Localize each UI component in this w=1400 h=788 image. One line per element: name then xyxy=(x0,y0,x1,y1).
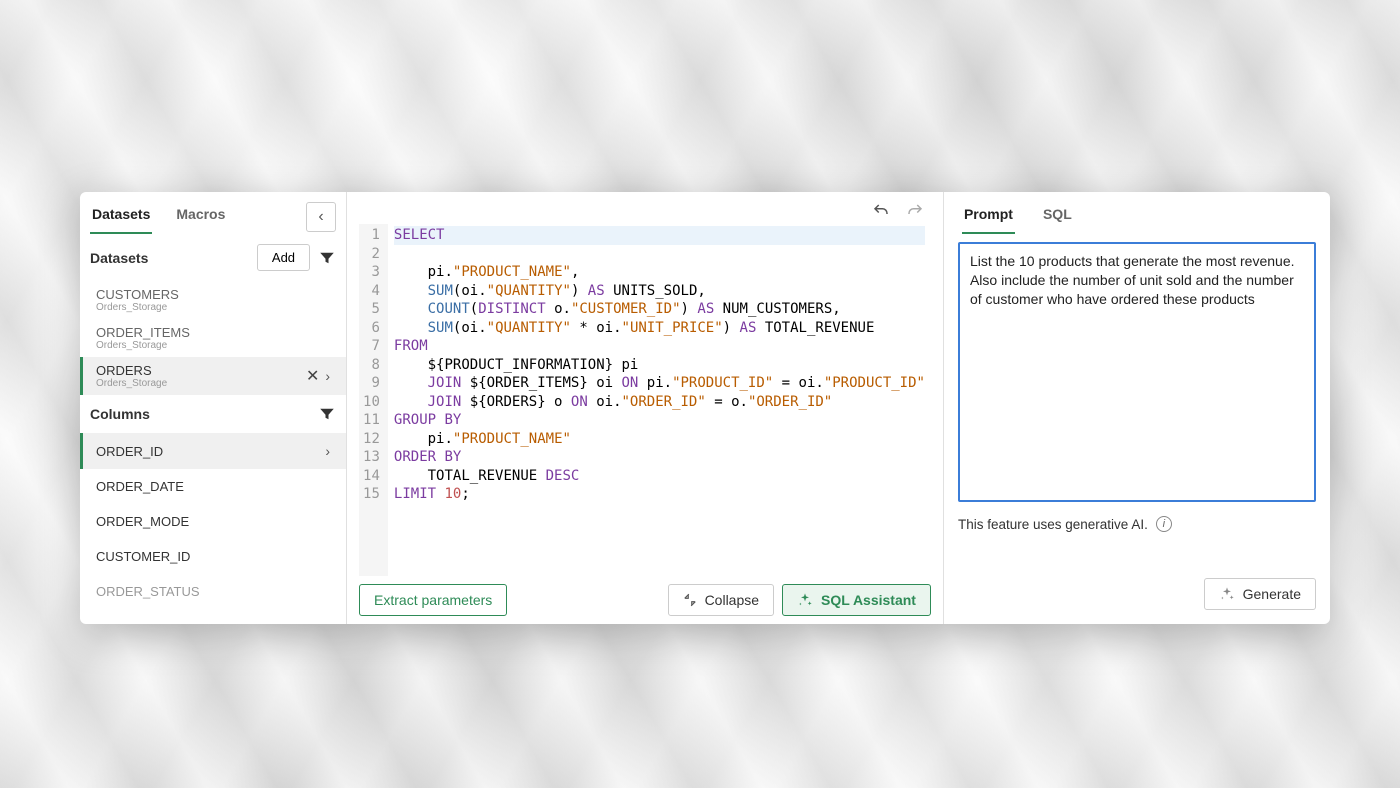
assistant-panel: Prompt SQL This feature uses generative … xyxy=(944,192,1330,624)
datasets-list: CUSTOMERS Orders_Storage ORDER_ITEMS Ord… xyxy=(80,281,346,395)
undo-icon[interactable] xyxy=(871,202,891,220)
datasets-section-header: Datasets Add xyxy=(80,234,346,281)
code-content: SELECT pi."PRODUCT_NAME", SUM(oi."QUANTI… xyxy=(388,224,931,576)
columns-list: ORDER_ID › ORDER_DATE ORDER_MODE CUSTOME… xyxy=(80,433,346,624)
remove-dataset-icon[interactable]: ✕ xyxy=(306,366,319,386)
generate-button[interactable]: Generate xyxy=(1204,578,1316,610)
column-name: ORDER_ID xyxy=(96,444,325,459)
dataset-name: CUSTOMERS xyxy=(96,287,330,302)
dataset-source: Orders_Storage xyxy=(96,378,300,389)
collapse-icon xyxy=(683,593,697,607)
dataset-source: Orders_Storage xyxy=(96,340,330,351)
column-name: CUSTOMER_ID xyxy=(96,549,330,564)
column-item[interactable]: ORDER_DATE xyxy=(80,469,346,504)
filter-icon[interactable] xyxy=(318,249,336,267)
chevron-right-icon[interactable]: › xyxy=(325,368,330,384)
extract-parameters-button[interactable]: Extract parameters xyxy=(359,584,507,616)
sidebar-tabs-row: Datasets Macros ‹ xyxy=(80,192,346,234)
sparkle-icon xyxy=(797,592,813,608)
sql-assistant-label: SQL Assistant xyxy=(821,592,916,608)
filter-icon[interactable] xyxy=(318,405,336,423)
prompt-input[interactable] xyxy=(958,242,1316,502)
dataset-source: Orders_Storage xyxy=(96,302,330,313)
dataset-name: ORDERS xyxy=(96,363,300,378)
editor-buttons: Extract parameters Collapse SQL Assistan… xyxy=(359,576,931,616)
app-window: Datasets Macros ‹ Datasets Add CUSTOMERS… xyxy=(80,192,1330,624)
sql-assistant-button[interactable]: SQL Assistant xyxy=(782,584,931,616)
collapse-sidebar-button[interactable]: ‹ xyxy=(306,202,336,232)
dataset-name: ORDER_ITEMS xyxy=(96,325,330,340)
editor-toolbar xyxy=(359,200,931,224)
dataset-item[interactable]: CUSTOMERS Orders_Storage xyxy=(80,281,346,319)
column-item[interactable]: ORDER_STATUS xyxy=(80,574,346,609)
collapse-button[interactable]: Collapse xyxy=(668,584,774,616)
datasets-section-title: Datasets xyxy=(90,250,249,266)
info-icon[interactable]: i xyxy=(1156,516,1172,532)
column-name: ORDER_DATE xyxy=(96,479,330,494)
assistant-tabs: Prompt SQL xyxy=(958,200,1316,234)
column-name: ORDER_MODE xyxy=(96,514,330,529)
generate-label: Generate xyxy=(1243,586,1301,602)
add-dataset-button[interactable]: Add xyxy=(257,244,310,271)
generate-row: Generate xyxy=(958,578,1316,610)
sql-editor[interactable]: 123456789101112131415 SELECT pi."PRODUCT… xyxy=(359,224,931,576)
tab-macros[interactable]: Macros xyxy=(174,200,227,234)
column-item[interactable]: ORDER_MODE xyxy=(80,504,346,539)
sparkle-icon xyxy=(1219,586,1235,602)
dataset-item[interactable]: ORDER_ITEMS Orders_Storage xyxy=(80,319,346,357)
column-item[interactable]: CUSTOMER_ID xyxy=(80,539,346,574)
ai-disclaimer-text: This feature uses generative AI. xyxy=(958,517,1148,532)
dataset-item-selected[interactable]: ORDERS Orders_Storage ✕ › xyxy=(80,357,346,395)
tab-datasets[interactable]: Datasets xyxy=(90,200,152,234)
tab-prompt[interactable]: Prompt xyxy=(962,200,1015,234)
columns-section-header: Columns xyxy=(80,395,346,433)
collapse-label: Collapse xyxy=(705,592,759,608)
tab-sql[interactable]: SQL xyxy=(1041,200,1074,234)
sidebar-tabs: Datasets Macros xyxy=(90,200,288,234)
chevron-left-icon: ‹ xyxy=(318,208,323,226)
line-gutter: 123456789101112131415 xyxy=(359,224,388,576)
column-item-selected[interactable]: ORDER_ID › xyxy=(80,433,346,469)
ai-disclaimer: This feature uses generative AI. i xyxy=(958,516,1316,532)
editor-panel: 123456789101112131415 SELECT pi."PRODUCT… xyxy=(347,192,944,624)
sidebar: Datasets Macros ‹ Datasets Add CUSTOMERS… xyxy=(80,192,347,624)
columns-section-title: Columns xyxy=(90,406,310,422)
column-name: ORDER_STATUS xyxy=(96,584,330,599)
redo-icon[interactable] xyxy=(905,202,925,220)
chevron-right-icon: › xyxy=(325,443,330,459)
